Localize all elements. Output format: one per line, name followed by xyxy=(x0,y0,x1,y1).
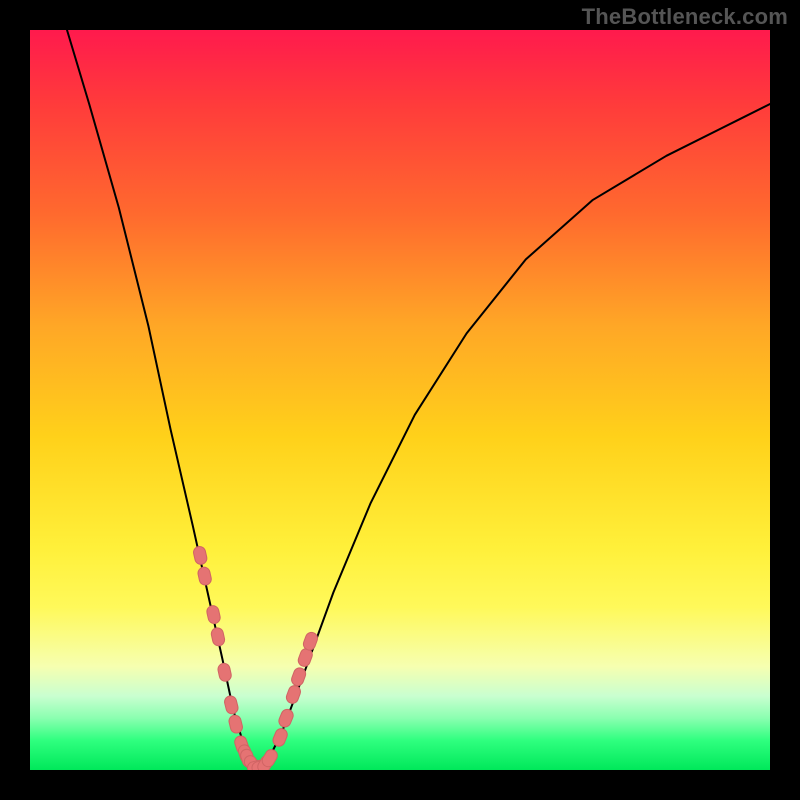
point-marker xyxy=(217,662,233,682)
chart-svg xyxy=(30,30,770,770)
bottleneck-curve-path xyxy=(67,30,770,770)
point-marker xyxy=(192,545,208,565)
highlighted-points xyxy=(192,545,319,770)
point-marker xyxy=(277,708,295,729)
point-marker xyxy=(210,627,226,647)
point-marker xyxy=(223,695,239,715)
curve-line xyxy=(67,30,770,770)
plot-area xyxy=(30,30,770,770)
point-marker xyxy=(197,566,213,586)
watermark-text: TheBottleneck.com xyxy=(582,4,788,30)
point-marker xyxy=(206,605,222,625)
point-marker xyxy=(271,727,289,748)
point-marker xyxy=(228,714,244,734)
chart-frame: TheBottleneck.com xyxy=(0,0,800,800)
